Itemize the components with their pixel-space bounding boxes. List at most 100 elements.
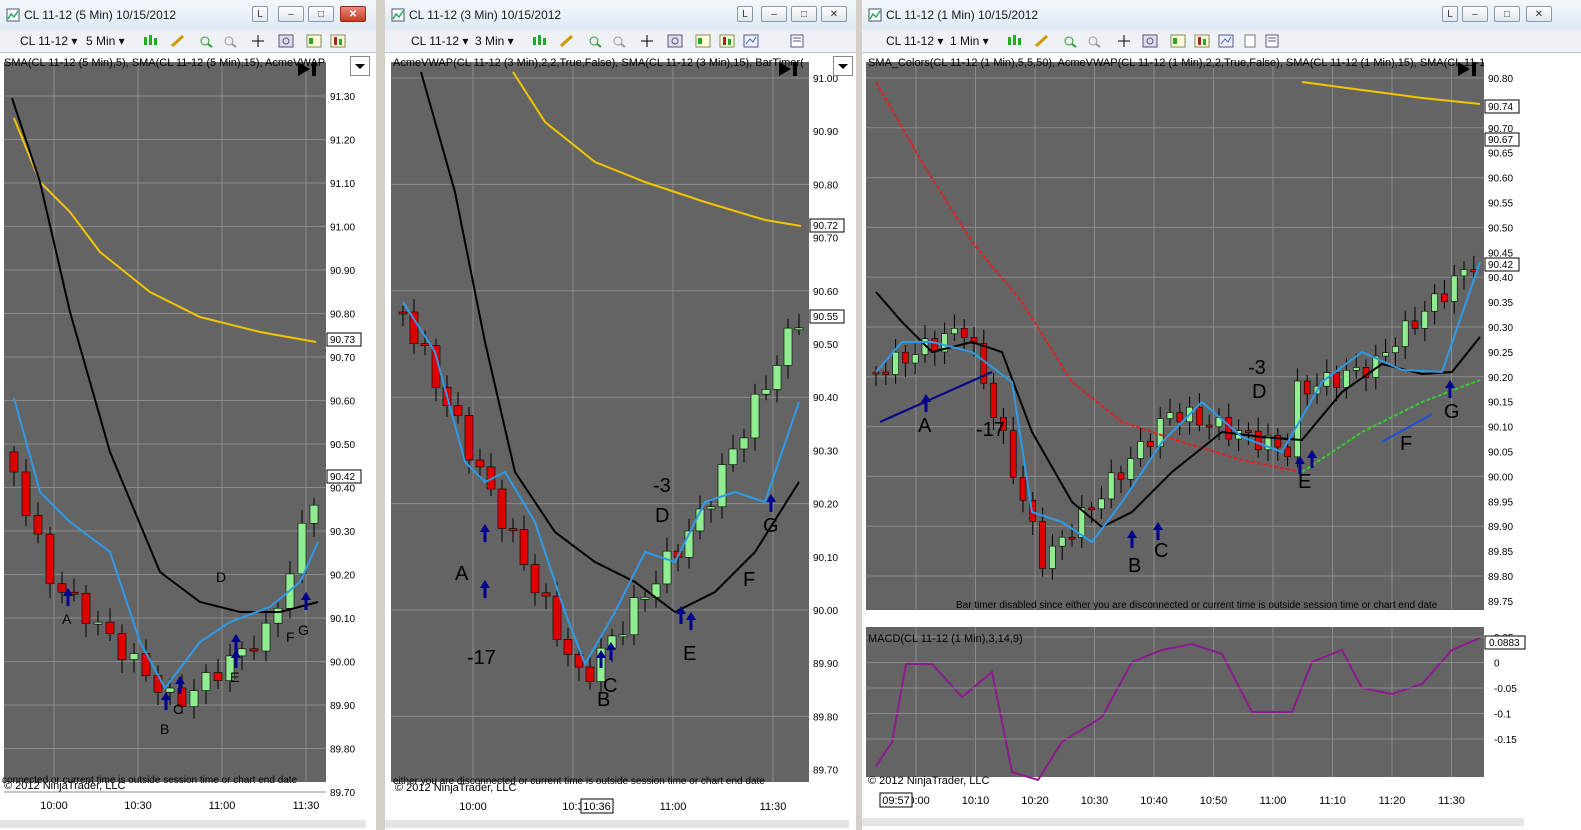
candle-body xyxy=(1382,352,1389,357)
chart-menu-dropdown[interactable] xyxy=(833,56,853,76)
annotation-label: A xyxy=(455,563,469,585)
magnifier-icon[interactable] xyxy=(667,34,683,48)
y-tick-label: 90.10 xyxy=(1488,423,1513,434)
candle-body xyxy=(129,653,139,660)
y-tick-label: 90.20 xyxy=(813,500,838,511)
strategies-icon[interactable] xyxy=(743,34,759,48)
annotation-label: D xyxy=(1252,381,1266,403)
properties-icon[interactable] xyxy=(1264,34,1280,48)
title-bar[interactable]: CL 11-12 (1 Min) 10/15/2012 L – □ ✕ xyxy=(862,0,1581,31)
price-chart[interactable]: 91.00 90.90 90.80 90.70 90.60 90.50 90.40 90.30… xyxy=(385,52,856,830)
bar-timer-end-icon[interactable] xyxy=(296,60,320,78)
maximize-button[interactable]: □ xyxy=(1494,6,1520,22)
minimize-button[interactable]: – xyxy=(761,6,787,22)
help-button[interactable]: L xyxy=(1442,6,1458,22)
close-button[interactable]: ✕ xyxy=(340,6,366,22)
status-message: Bar timer disabled since either you are … xyxy=(956,600,1438,611)
y-tick-label: 90.50 xyxy=(813,340,838,351)
magnifier-icon[interactable] xyxy=(278,34,294,48)
annotation-label: A xyxy=(62,611,72,627)
properties-icon[interactable] xyxy=(789,34,805,48)
crosshair-icon[interactable] xyxy=(1116,34,1132,48)
price-chart[interactable]: 90.8090.7590.7090.6590.6090.5590.5090.45… xyxy=(862,52,1581,830)
bar-timer-end-icon[interactable] xyxy=(777,60,801,78)
candle-body xyxy=(273,607,283,624)
candle-body xyxy=(1460,269,1468,277)
indicators-icon[interactable] xyxy=(330,34,346,48)
chart-menu-dropdown[interactable] xyxy=(350,56,370,76)
y-tick-label: 91.10 xyxy=(330,179,355,190)
copyright-text: © 2012 NinjaTrader, LLC xyxy=(395,782,517,794)
y-tick-label: 90.00 xyxy=(1488,472,1513,483)
data-box-icon[interactable] xyxy=(306,34,322,48)
y-tick-label: 90.00 xyxy=(813,606,838,617)
candle-body xyxy=(1039,521,1046,569)
interval-selector[interactable]: 1 Min ▾ xyxy=(950,33,989,49)
annotation-label: -3 xyxy=(1248,357,1266,379)
drawing-tool-icon[interactable] xyxy=(559,34,575,48)
close-button[interactable]: ✕ xyxy=(821,6,847,22)
zoom-in-icon[interactable] xyxy=(587,34,603,48)
close-button[interactable]: ✕ xyxy=(1526,6,1552,22)
zoom-out-icon[interactable] xyxy=(1086,34,1102,48)
y-tick-label: 89.95 xyxy=(1488,497,1513,508)
zoom-in-icon[interactable] xyxy=(198,34,214,48)
price-chart[interactable]: 91.30 91.20 91.10 91.00 90.90 90.80 90.70 90.60… xyxy=(0,52,376,830)
horizontal-scrollbar xyxy=(862,818,1524,826)
annotation-label: C xyxy=(173,701,183,717)
candle-body xyxy=(761,389,771,395)
x-tick-label: 11:00 xyxy=(660,801,687,813)
x-tick-label: 11:30 xyxy=(1438,795,1465,807)
interval-selector[interactable]: 5 Min ▾ xyxy=(86,33,125,49)
annotation-label: F xyxy=(1400,433,1412,455)
zoom-out-icon[interactable] xyxy=(611,34,627,48)
bar-style-icon[interactable] xyxy=(531,34,547,48)
cursor-time-label: 09:57 xyxy=(882,795,910,807)
y-tick-label: 90.50 xyxy=(1488,223,1513,234)
y-tick-label: 91.20 xyxy=(330,136,355,147)
minimize-button[interactable]: – xyxy=(1462,6,1488,22)
magnifier-icon[interactable] xyxy=(1142,34,1158,48)
bar-style-icon[interactable] xyxy=(1006,34,1022,48)
data-box-icon[interactable] xyxy=(695,34,711,48)
chart-app-icon xyxy=(868,8,882,22)
data-box-icon[interactable] xyxy=(1170,34,1186,48)
candle-body xyxy=(165,687,175,693)
instrument-selector[interactable]: CL 11-12 ▾ xyxy=(20,33,77,49)
zoom-in-icon[interactable] xyxy=(1062,34,1078,48)
drawing-tool-icon[interactable] xyxy=(1034,34,1050,48)
price-chart-canvas: 91.0090.9090.8090.7090.6090.5090.4090.30… xyxy=(385,62,849,828)
interval-selector[interactable]: 3 Min ▾ xyxy=(475,33,514,49)
candle-body xyxy=(1205,424,1213,428)
candle-body xyxy=(1441,293,1448,302)
y-tick-label: 89.90 xyxy=(813,659,838,670)
zoom-out-icon[interactable] xyxy=(222,34,238,48)
crosshair-icon[interactable] xyxy=(250,34,266,48)
maximize-button[interactable]: □ xyxy=(308,6,334,22)
candle-body xyxy=(1431,293,1438,312)
indicators-icon[interactable] xyxy=(1194,34,1210,48)
instrument-selector[interactable]: CL 11-12 ▾ xyxy=(886,33,943,49)
indicators-icon[interactable] xyxy=(719,34,735,48)
title-bar[interactable]: CL 11-12 (5 Min) 10/15/2012 L – □ ✕ xyxy=(0,0,376,31)
help-button[interactable]: L xyxy=(737,6,753,22)
bar-style-icon[interactable] xyxy=(142,34,158,48)
title-bar[interactable]: CL 11-12 (3 Min) 10/15/2012 L – □ ✕ xyxy=(385,0,856,31)
crosshair-icon[interactable] xyxy=(639,34,655,48)
bar-timer-end-icon[interactable] xyxy=(1456,60,1480,78)
y-tick-label: 90.30 xyxy=(1488,323,1513,334)
help-button[interactable]: L xyxy=(252,6,268,22)
y-tick-label: 90.40 xyxy=(813,393,838,404)
x-tick-label: 11:30 xyxy=(293,800,320,812)
instrument-selector[interactable]: CL 11-12 ▾ xyxy=(411,33,468,49)
strategies-icon[interactable] xyxy=(1218,34,1234,48)
candle-body xyxy=(9,451,19,473)
maximize-button[interactable]: □ xyxy=(791,6,817,22)
minimize-button[interactable]: – xyxy=(278,6,304,22)
candle-body xyxy=(1284,446,1291,458)
drawing-tool-icon[interactable] xyxy=(170,34,186,48)
candle-body xyxy=(153,675,163,693)
templates-icon[interactable] xyxy=(1242,34,1258,48)
candle-body xyxy=(1196,406,1203,426)
y-tick-label: 89.70 xyxy=(330,788,355,799)
